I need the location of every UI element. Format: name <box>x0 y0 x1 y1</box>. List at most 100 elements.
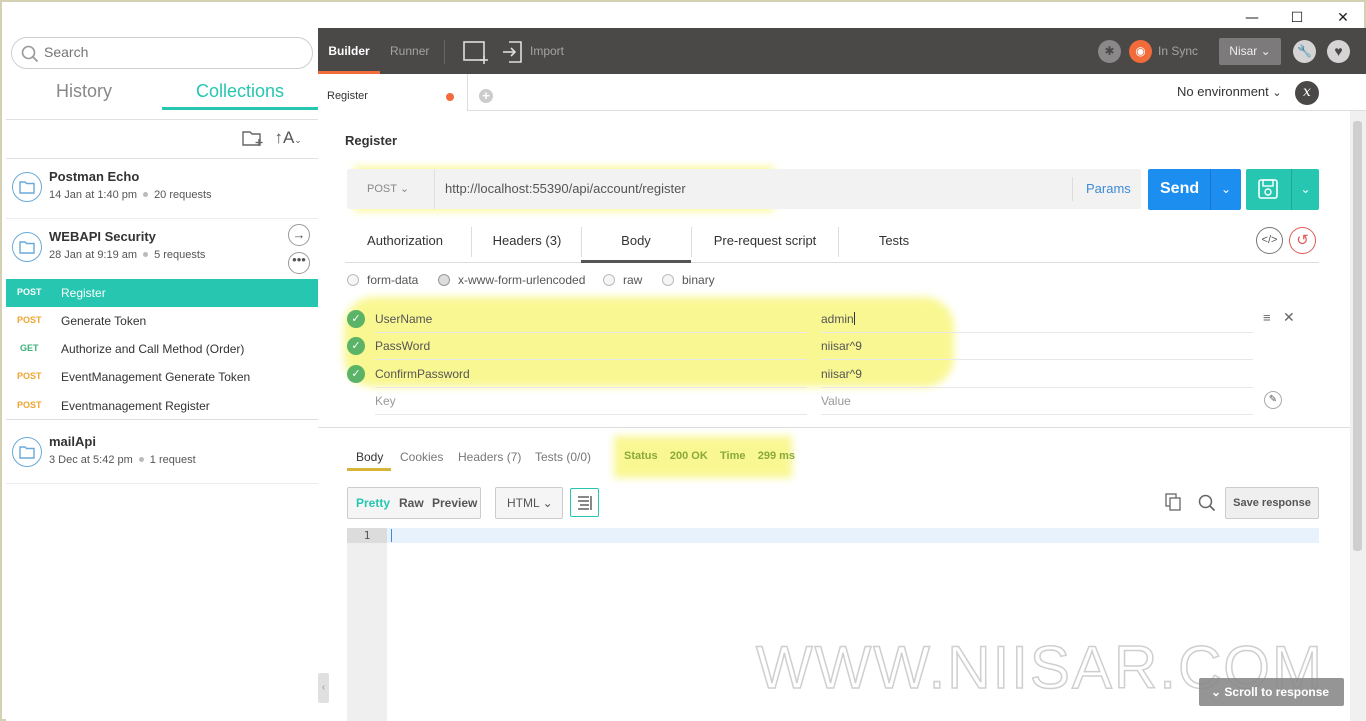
tab-headers[interactable]: Headers (3) <box>472 221 582 263</box>
environment-quicklook-icon[interactable]: x <box>1295 81 1319 105</box>
value-field[interactable]: admin <box>821 305 1253 333</box>
new-folder-icon[interactable] <box>242 129 264 147</box>
user-name: Nisar <box>1229 44 1258 58</box>
environment-select[interactable]: No environment ⌄ <box>1177 84 1282 99</box>
key-field[interactable]: PassWord <box>375 332 807 360</box>
tab-tests[interactable]: Tests <box>839 221 949 263</box>
tab-builder[interactable]: Builder <box>318 28 380 74</box>
request-item-register[interactable]: POST Register <box>6 279 318 307</box>
collection-date: 3 Dec at 5:42 pm <box>49 454 133 466</box>
chevron-down-icon[interactable]: ⌄ <box>1210 169 1241 210</box>
request-method: GET <box>20 343 39 353</box>
bulk-edit-pencil-icon[interactable]: ✎ <box>1264 391 1282 409</box>
collection-name: mailApi <box>49 434 96 449</box>
scrollbar[interactable] <box>1350 111 1366 721</box>
send-button[interactable]: Send ⌄ <box>1148 169 1241 210</box>
tab-register[interactable]: Register <box>318 74 468 111</box>
search-box[interactable] <box>11 37 313 69</box>
collection-item[interactable]: WEBAPI Security 28 Jan at 9:19 am 5 reque… <box>6 219 318 279</box>
format-preview[interactable]: Preview <box>432 496 477 510</box>
request-item[interactable]: POST Eventmanagement Register <box>6 392 318 420</box>
format-raw[interactable]: Raw <box>399 496 424 510</box>
heart-icon[interactable]: ♥ <box>1327 40 1350 63</box>
request-builder: Register POST ⌄ http://localhost:55390/a… <box>318 111 1350 721</box>
copy-icon[interactable] <box>1165 493 1181 511</box>
collection-meta: 14 Jan at 1:40 pm 20 requests <box>49 189 212 201</box>
checkbox-checked-icon[interactable]: ✓ <box>347 310 365 328</box>
request-item[interactable]: POST EventManagement Generate Token <box>6 363 318 391</box>
radio-raw[interactable]: raw <box>603 273 642 287</box>
arrow-right-icon[interactable]: → <box>288 224 310 246</box>
collapse-sidebar-icon[interactable]: ‹ <box>318 673 329 703</box>
new-window-icon[interactable] <box>462 40 490 64</box>
save-icon <box>1258 179 1278 199</box>
import-button[interactable]: Import <box>530 28 564 74</box>
value-field[interactable]: niisar^9 <box>821 332 1253 360</box>
checkbox-checked-icon[interactable]: ✓ <box>347 365 365 383</box>
sync-icon[interactable]: ◉ <box>1129 40 1152 63</box>
tab-pre-request-script[interactable]: Pre-request script <box>691 221 839 263</box>
save-response-button[interactable]: Save response <box>1225 487 1319 519</box>
key-field[interactable]: ConfirmPassword <box>375 360 807 388</box>
sort-icon[interactable]: ↑A⌄ <box>274 128 301 147</box>
value-field[interactable]: niisar^9 <box>821 360 1253 388</box>
scroll-to-response-button[interactable]: ⌄ Scroll to response <box>1199 678 1344 706</box>
unsaved-dot-icon <box>446 93 454 101</box>
checkbox-checked-icon[interactable]: ✓ <box>347 337 365 355</box>
tab-response-tests[interactable]: Tests (0/0) <box>535 450 591 464</box>
tab-response-cookies[interactable]: Cookies <box>400 450 443 464</box>
radio-form-data[interactable]: form-data <box>347 273 418 287</box>
wrap-lines-icon[interactable] <box>570 488 599 517</box>
search-icon[interactable] <box>1198 494 1216 512</box>
tab-label: Register <box>327 90 368 102</box>
reset-icon[interactable]: ↺ <box>1289 227 1316 254</box>
close-window-button[interactable]: ✕ <box>1333 8 1353 28</box>
key-placeholder[interactable]: Key <box>375 387 807 415</box>
collection-count: 1 request <box>149 454 196 466</box>
search-input[interactable] <box>44 44 294 60</box>
method-select[interactable]: POST ⌄ <box>347 169 435 209</box>
import-icon[interactable] <box>502 40 524 64</box>
save-button[interactable]: ⌄ <box>1246 169 1319 210</box>
scroll-label: Scroll to response <box>1224 685 1330 699</box>
maximize-button[interactable]: ☐ <box>1287 8 1307 28</box>
user-menu[interactable]: Nisar ⌄ <box>1219 38 1281 65</box>
code-icon[interactable]: </> <box>1256 227 1283 254</box>
collection-item[interactable]: Postman Echo 14 Jan at 1:40 pm 20 request… <box>6 159 318 219</box>
request-method: POST <box>17 371 42 381</box>
line-number: 1 <box>347 528 387 543</box>
radio-x-www-form-urlencoded[interactable]: x-www-form-urlencoded <box>438 273 585 287</box>
tab-body[interactable]: Body <box>581 221 691 263</box>
value-placeholder[interactable]: Value <box>821 387 1253 415</box>
request-item[interactable]: GET Authorize and Call Method (Order) <box>6 335 318 363</box>
request-item[interactable]: POST Generate Token <box>6 307 318 335</box>
tab-authorization[interactable]: Authorization <box>345 221 465 263</box>
delete-row-icon[interactable]: ✕ <box>1283 309 1295 326</box>
tab-runner[interactable]: Runner <box>390 28 429 74</box>
tab-collections[interactable]: Collections <box>162 80 318 110</box>
format-pretty[interactable]: Pretty <box>356 496 390 510</box>
chevron-down-icon[interactable]: ⌄ <box>1291 169 1319 210</box>
radio-binary[interactable]: binary <box>662 273 715 287</box>
tab-response-headers[interactable]: Headers (7) <box>458 450 521 464</box>
tab-history[interactable]: History <box>6 80 162 110</box>
collection-count: 20 requests <box>154 189 212 201</box>
scrollbar-thumb[interactable] <box>1353 121 1362 551</box>
collection-item[interactable]: mailApi 3 Dec at 5:42 pm 1 request <box>6 424 318 484</box>
url-input[interactable]: http://localhost:55390/api/account/regis… <box>445 169 686 209</box>
interceptor-icon[interactable]: ✱ <box>1098 40 1121 63</box>
minimize-button[interactable]: — <box>1242 8 1262 28</box>
settings-wrench-icon[interactable]: 🔧 <box>1293 40 1316 63</box>
add-tab-icon[interactable]: + <box>479 89 493 103</box>
key-field[interactable]: UserName <box>375 305 807 333</box>
radio-label: binary <box>682 273 715 287</box>
params-button[interactable]: Params <box>1072 177 1131 201</box>
request-name: Authorize and Call Method (Order) <box>61 342 245 356</box>
more-options-icon[interactable]: ••• <box>288 252 310 274</box>
radio-icon <box>662 274 674 286</box>
drag-handle-icon[interactable]: ≡ <box>1263 310 1271 325</box>
tab-response-body[interactable]: Body <box>356 450 383 464</box>
collection-meta: 28 Jan at 9:19 am 5 requests <box>49 249 205 261</box>
language-select[interactable]: HTML ⌄ <box>495 487 563 519</box>
request-tabs: Register + No environment ⌄ x <box>318 74 1366 111</box>
